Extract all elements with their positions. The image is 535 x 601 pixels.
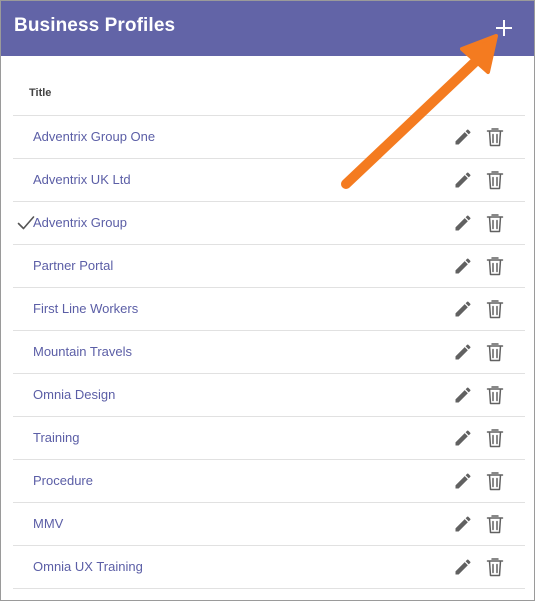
table-row[interactable]: MMV: [13, 503, 525, 546]
profile-title-link[interactable]: Adventrix Group: [33, 215, 127, 230]
table-row[interactable]: Omnia UX Training: [13, 546, 525, 589]
delete-button[interactable]: [486, 256, 504, 276]
page-title: Business Profiles: [14, 15, 176, 36]
delete-button[interactable]: [486, 514, 504, 534]
trash-icon: [486, 343, 504, 362]
edit-button[interactable]: [453, 256, 473, 276]
delete-button[interactable]: [486, 299, 504, 319]
delete-button[interactable]: [486, 342, 504, 362]
table-row[interactable]: Training: [13, 417, 525, 460]
edit-button[interactable]: [453, 514, 473, 534]
pencil-icon: [455, 301, 471, 317]
column-header-title: Title: [29, 87, 52, 99]
pencil-icon: [455, 387, 471, 403]
table-row[interactable]: Adventrix Group One: [13, 116, 525, 159]
trash-icon: [486, 472, 504, 491]
table-row[interactable]: Partner Portal: [13, 245, 525, 288]
edit-button[interactable]: [453, 170, 473, 190]
edit-button[interactable]: [453, 428, 473, 448]
pencil-icon: [455, 129, 471, 145]
add-profile-button[interactable]: [491, 15, 517, 41]
delete-button[interactable]: [486, 557, 504, 577]
profile-title-link[interactable]: MMV: [33, 516, 63, 531]
plus-icon: [496, 20, 512, 36]
pencil-icon: [455, 258, 471, 274]
table-row[interactable]: Adventrix UK Ltd: [13, 159, 525, 202]
profile-title-link[interactable]: Omnia UX Training: [33, 559, 143, 574]
trash-icon: [486, 300, 504, 319]
delete-button[interactable]: [486, 170, 504, 190]
pencil-icon: [455, 559, 471, 575]
edit-button[interactable]: [453, 299, 473, 319]
profile-title-link[interactable]: Adventrix UK Ltd: [33, 172, 131, 187]
table-row[interactable]: Procedure: [13, 460, 525, 503]
delete-button[interactable]: [486, 213, 504, 233]
table-row[interactable]: Adventrix Group: [13, 202, 525, 245]
delete-button[interactable]: [486, 385, 504, 405]
profile-title-link[interactable]: First Line Workers: [33, 301, 138, 316]
edit-button[interactable]: [453, 342, 473, 362]
trash-icon: [486, 128, 504, 147]
business-profiles-panel: Business Profiles Title Adventrix Group …: [0, 0, 535, 601]
profile-title-link[interactable]: Mountain Travels: [33, 344, 132, 359]
profile-title-link[interactable]: Partner Portal: [33, 258, 113, 273]
edit-button[interactable]: [453, 385, 473, 405]
trash-icon: [486, 429, 504, 448]
profile-title-link[interactable]: Training: [33, 430, 79, 445]
delete-button[interactable]: [486, 127, 504, 147]
profile-title-link[interactable]: Procedure: [33, 473, 93, 488]
pencil-icon: [455, 172, 471, 188]
table-row[interactable]: First Line Workers: [13, 288, 525, 331]
trash-icon: [486, 171, 504, 190]
profile-list: Adventrix Group One Adventrix UK Ltd Adven…: [13, 115, 525, 589]
delete-button[interactable]: [486, 428, 504, 448]
table-row[interactable]: Omnia Design: [13, 374, 525, 417]
edit-button[interactable]: [453, 127, 473, 147]
profile-title-link[interactable]: Adventrix Group One: [33, 129, 155, 144]
profile-title-link[interactable]: Omnia Design: [33, 387, 115, 402]
delete-button[interactable]: [486, 471, 504, 491]
pencil-icon: [455, 430, 471, 446]
pencil-icon: [455, 344, 471, 360]
trash-icon: [486, 558, 504, 577]
trash-icon: [486, 515, 504, 534]
pencil-icon: [455, 215, 471, 231]
trash-icon: [486, 386, 504, 405]
table-row[interactable]: Mountain Travels: [13, 331, 525, 374]
pencil-icon: [455, 473, 471, 489]
edit-button[interactable]: [453, 471, 473, 491]
pencil-icon: [455, 516, 471, 532]
edit-button[interactable]: [453, 557, 473, 577]
trash-icon: [486, 257, 504, 276]
trash-icon: [486, 214, 504, 233]
panel-header: Business Profiles: [1, 1, 534, 56]
edit-button[interactable]: [453, 213, 473, 233]
